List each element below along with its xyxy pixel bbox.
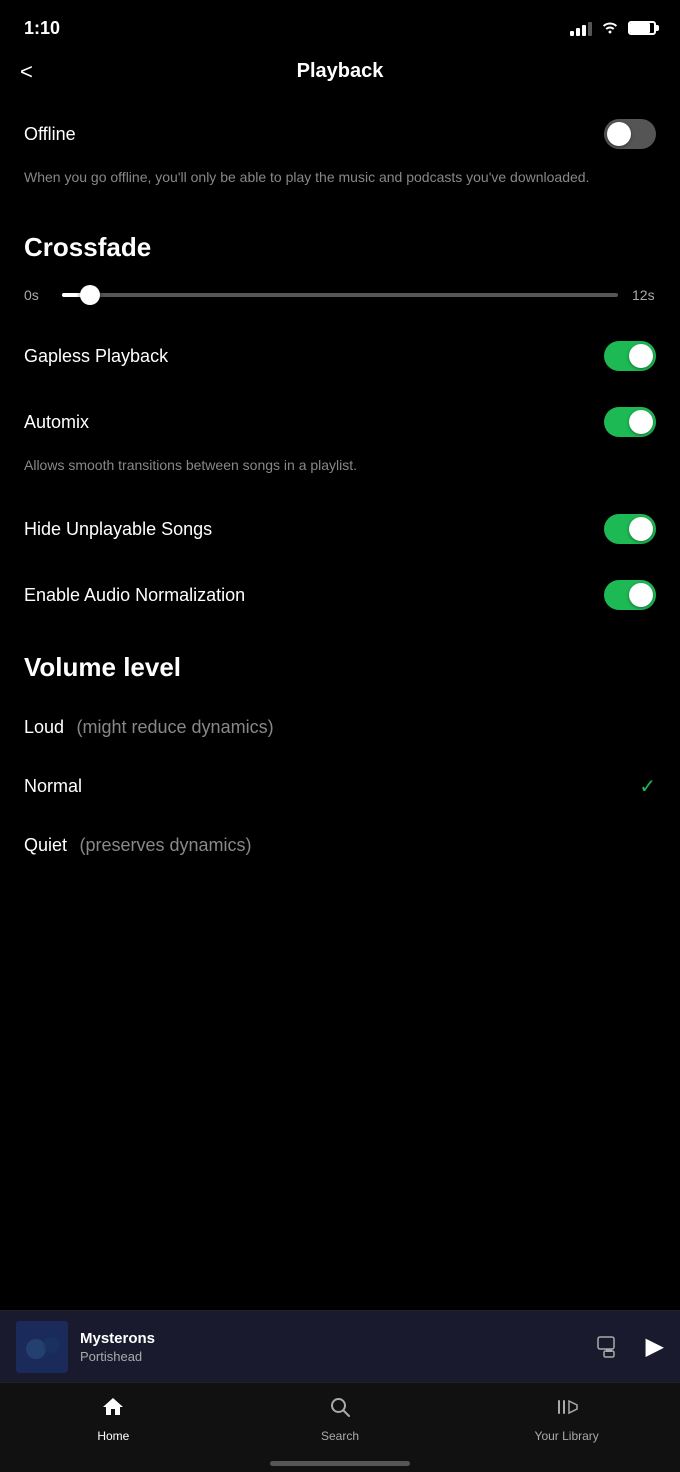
audio-normalization-toggle-knob [629, 583, 653, 607]
gapless-playback-label: Gapless Playback [24, 346, 168, 367]
volume-quiet-option[interactable]: Quiet (preserves dynamics) [0, 817, 680, 874]
gapless-playback-toggle[interactable] [604, 341, 656, 371]
album-art [16, 1321, 68, 1373]
crossfade-slider[interactable] [62, 293, 618, 297]
now-playing-bar: Mysterons Portishead ▶ [0, 1310, 680, 1382]
slider-max-label: 12s [632, 287, 656, 303]
audio-normalization-label: Enable Audio Normalization [24, 585, 245, 606]
volume-loud-option[interactable]: Loud (might reduce dynamics) [0, 699, 680, 756]
volume-quiet-sublabel: (preserves dynamics) [79, 835, 251, 855]
back-button[interactable]: < [20, 59, 33, 85]
home-icon [101, 1395, 125, 1425]
page-header: < Playback [0, 50, 680, 101]
volume-loud-label: Loud [24, 717, 64, 737]
gapless-playback-row: Gapless Playback [0, 323, 680, 389]
hide-unplayable-toggle-knob [629, 517, 653, 541]
now-playing-controls: ▶ [596, 1332, 664, 1361]
audio-normalization-row: Enable Audio Normalization [0, 562, 680, 628]
volume-quiet-label: Quiet [24, 835, 67, 855]
nav-library[interactable]: Your Library [453, 1395, 680, 1443]
offline-description: When you go offline, you'll only be able… [0, 167, 680, 208]
offline-toggle[interactable] [604, 119, 656, 149]
album-art-svg [16, 1321, 68, 1373]
automix-toggle-knob [629, 410, 653, 434]
bottom-nav: Home Search Your Library [0, 1382, 680, 1472]
hide-unplayable-label: Hide Unplayable Songs [24, 519, 212, 540]
hide-unplayable-toggle[interactable] [604, 514, 656, 544]
device-connect-icon[interactable] [596, 1335, 626, 1359]
status-bar: 1:10 [0, 0, 680, 50]
settings-content: Offline When you go offline, you'll only… [0, 101, 680, 874]
slider-min-label: 0s [24, 287, 48, 303]
slider-thumb[interactable] [80, 285, 100, 305]
wifi-icon [600, 18, 620, 39]
library-label: Your Library [535, 1429, 599, 1443]
page-title: Playback [297, 60, 384, 83]
battery-icon [628, 21, 656, 35]
volume-level-header: Volume level [0, 628, 680, 699]
volume-normal-option[interactable]: Normal ✓ [0, 756, 680, 817]
audio-normalization-toggle[interactable] [604, 580, 656, 610]
automix-row: Automix [0, 389, 680, 455]
offline-label: Offline [24, 124, 76, 145]
nav-search[interactable]: Search [227, 1395, 454, 1443]
crossfade-slider-container: 0s 12s [0, 279, 680, 323]
home-label: Home [97, 1429, 129, 1443]
search-icon [328, 1395, 352, 1425]
volume-normal-checkmark: ✓ [639, 774, 656, 799]
status-icons [570, 18, 656, 39]
nav-home[interactable]: Home [0, 1395, 227, 1443]
hide-unplayable-row: Hide Unplayable Songs [0, 496, 680, 562]
search-label: Search [321, 1429, 359, 1443]
volume-normal-label: Normal [24, 776, 82, 797]
track-info: Mysterons Portishead [80, 1330, 584, 1364]
signal-icon [570, 20, 592, 36]
offline-row: Offline [0, 101, 680, 167]
volume-loud-sublabel: (might reduce dynamics) [77, 717, 274, 737]
automix-label: Automix [24, 412, 89, 433]
gapless-toggle-knob [629, 344, 653, 368]
home-indicator [270, 1461, 410, 1466]
library-icon [555, 1395, 579, 1425]
status-time: 1:10 [24, 18, 60, 39]
automix-description: Allows smooth transitions between songs … [0, 455, 680, 496]
track-artist: Portishead [80, 1349, 584, 1364]
track-name: Mysterons [80, 1330, 584, 1347]
crossfade-header: Crossfade [0, 208, 680, 279]
play-button[interactable]: ▶ [646, 1332, 664, 1361]
automix-toggle[interactable] [604, 407, 656, 437]
offline-toggle-knob [607, 122, 631, 146]
